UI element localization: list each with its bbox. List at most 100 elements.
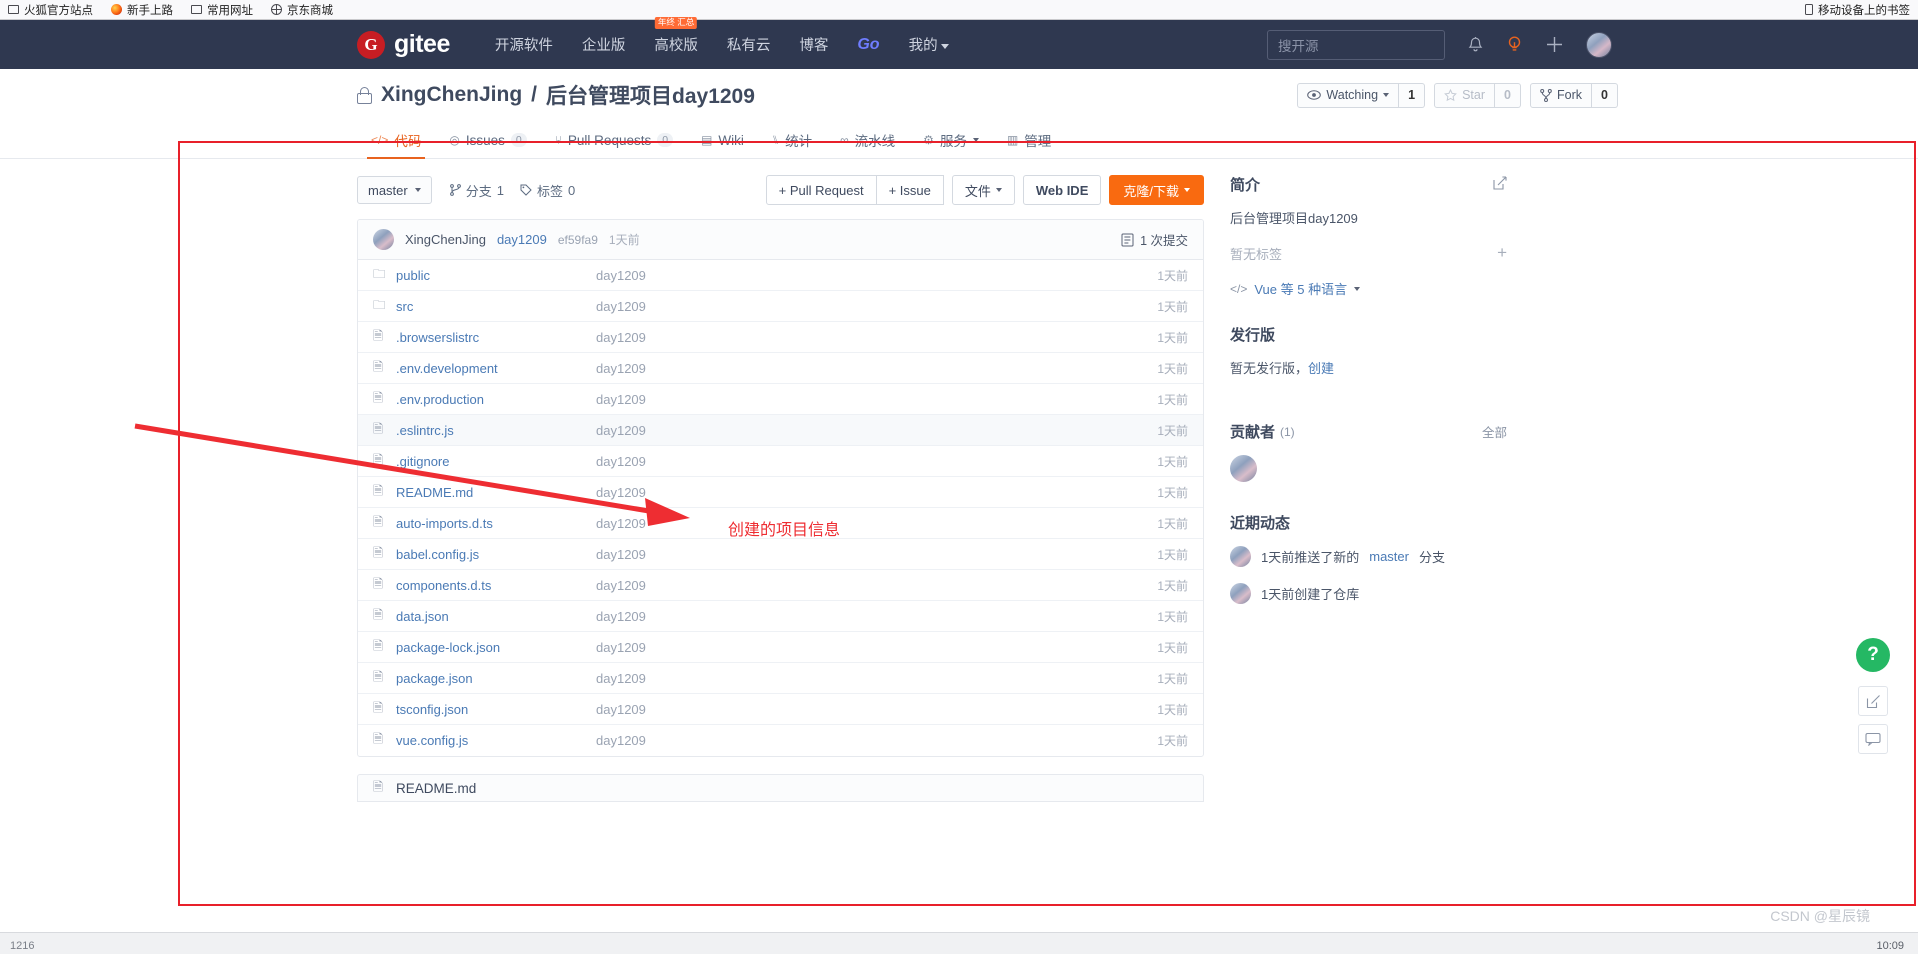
nav-link-mine[interactable]: 我的	[909, 34, 949, 55]
activity-branch[interactable]: master	[1369, 549, 1409, 564]
sidebar-activity-section: 近期动态 1天前推送了新的 master 分支 1天前创建了仓库	[1230, 512, 1507, 604]
edit-icon[interactable]	[1493, 176, 1507, 193]
tab-manage[interactable]: ▥ 管理	[993, 122, 1065, 158]
plus-icon[interactable]	[1545, 35, 1564, 54]
file-name[interactable]: vue.config.js	[396, 733, 596, 748]
tab-pull-requests[interactable]: ⑂ Pull Requests 0	[541, 122, 687, 158]
feedback-icon[interactable]	[1858, 724, 1888, 754]
tags-link[interactable]: 标签 0	[520, 181, 575, 200]
web-ide-button[interactable]: Web IDE	[1022, 175, 1102, 205]
activity-text: 1天前创建了仓库	[1261, 587, 1360, 602]
file-name[interactable]: .gitignore	[396, 454, 596, 469]
table-row[interactable]: 🗎 components.d.ts day1209 1天前	[358, 570, 1203, 601]
contributors-all-link[interactable]: 全部	[1482, 422, 1507, 441]
nav-link-privatecloud[interactable]: 私有云	[727, 34, 771, 55]
file-name[interactable]: auto-imports.d.ts	[396, 516, 596, 531]
tab-service[interactable]: ⚙ 服务	[909, 122, 993, 158]
repo-owner[interactable]: XingChenJing	[381, 83, 522, 107]
new-issue-button[interactable]: + Issue	[875, 175, 944, 205]
avatar[interactable]	[373, 229, 394, 250]
gitee-logo[interactable]: G gitee	[357, 30, 450, 59]
file-name[interactable]: package.json	[396, 671, 596, 686]
table-row[interactable]: 🗀 public day1209 1天前	[358, 260, 1203, 291]
release-create-link[interactable]: 创建	[1308, 361, 1334, 376]
fork-button[interactable]: Fork	[1530, 82, 1592, 108]
commit-author[interactable]: XingChenJing	[405, 232, 486, 247]
repo-sidebar: 简介 后台管理项目day1209 暂无标签 + </> Vue 等 5 种语言 …	[1230, 174, 1507, 802]
tab-pipeline[interactable]: ∞ 流水线	[826, 122, 909, 158]
nav-link-blog[interactable]: 博客	[799, 34, 828, 55]
file-name[interactable]: .env.production	[396, 392, 596, 407]
nav-link-label: 我的	[908, 38, 938, 54]
branches-link[interactable]: 分支 1	[449, 181, 504, 200]
table-row[interactable]: 🗀 src day1209 1天前	[358, 291, 1203, 322]
repo-toolbar: master 分支 1 标签 0 + Pull Request + Issue	[357, 174, 1204, 206]
table-row[interactable]: 🗎 .gitignore day1209 1天前	[358, 446, 1203, 477]
tab-code[interactable]: </> 代码	[357, 122, 435, 159]
file-name[interactable]: .env.development	[396, 361, 596, 376]
avatar[interactable]	[1586, 31, 1618, 58]
branch-selector[interactable]: master	[357, 176, 432, 204]
tab-issues[interactable]: ◎ Issues 0	[435, 122, 540, 158]
bookmark-item[interactable]: 火狐官方站点	[8, 2, 93, 18]
toolbar-actions: + Pull Request + Issue 文件 Web IDE 克隆/下载	[765, 175, 1204, 205]
pr-icon: ⑂	[554, 133, 562, 147]
commit-count[interactable]: 1 次提交	[1121, 230, 1188, 249]
table-row[interactable]: 🗎 vue.config.js day1209 1天前	[358, 725, 1203, 756]
table-row[interactable]: 🗎 README.md day1209 1天前	[358, 477, 1203, 508]
table-row[interactable]: 🗎 tsconfig.json day1209 1天前	[358, 694, 1203, 725]
file-name[interactable]: package-lock.json	[396, 640, 596, 655]
language-row[interactable]: </> Vue 等 5 种语言	[1230, 279, 1507, 298]
files-button[interactable]: 文件	[951, 175, 1015, 205]
table-row[interactable]: 🗎 package.json day1209 1天前	[358, 663, 1203, 694]
file-name[interactable]: data.json	[396, 609, 596, 624]
file-name[interactable]: public	[396, 268, 596, 283]
lightbulb-icon[interactable]	[1506, 35, 1523, 54]
table-row[interactable]: 🗎 package-lock.json day1209 1天前	[358, 632, 1203, 663]
clone-download-button[interactable]: 克隆/下载	[1109, 175, 1204, 205]
clone-label: 克隆/下载	[1123, 183, 1179, 199]
nav-link-education[interactable]: 年终 汇总 高校版	[654, 17, 698, 55]
watch-button-group[interactable]: Watching 1	[1297, 82, 1426, 108]
commit-message[interactable]: day1209	[497, 232, 547, 247]
commit-sha[interactable]: ef59fa9	[558, 233, 598, 247]
edit-icon[interactable]	[1858, 686, 1888, 716]
search-input[interactable]: 搜开源	[1267, 29, 1445, 60]
table-row[interactable]: 🗎 .browserslistrc day1209 1天前	[358, 322, 1203, 353]
readme-header[interactable]: 🗎 README.md	[357, 774, 1204, 802]
plus-icon[interactable]: +	[1497, 243, 1507, 263]
watch-button[interactable]: Watching	[1297, 82, 1400, 108]
avatar[interactable]	[1230, 546, 1251, 567]
file-name[interactable]: .eslintrc.js	[396, 423, 596, 438]
nav-link-go[interactable]: Go	[857, 36, 879, 54]
table-row[interactable]: 🗎 data.json day1209 1天前	[358, 601, 1203, 632]
bookmark-mobile[interactable]: 移动设备上的书签	[1805, 2, 1910, 18]
file-name[interactable]: README.md	[396, 485, 596, 500]
file-time: 1天前	[1157, 516, 1188, 531]
tab-wiki[interactable]: ▤ Wiki	[687, 122, 758, 158]
star-button-group[interactable]: Star 0	[1434, 82, 1521, 108]
avatar[interactable]	[1230, 583, 1251, 604]
tab-statistics[interactable]: ⑊ 统计	[758, 122, 826, 158]
table-row[interactable]: 🗎 .env.production day1209 1天前	[358, 384, 1203, 415]
help-float-button[interactable]: ?	[1856, 638, 1890, 672]
file-name[interactable]: .browserslistrc	[396, 330, 596, 345]
bookmark-item[interactable]: 京东商城	[270, 2, 333, 18]
bell-icon[interactable]	[1467, 36, 1484, 54]
bookmark-item[interactable]: 常用网址	[191, 2, 253, 18]
repo-name[interactable]: 后台管理项目day1209	[546, 80, 755, 110]
fork-button-group[interactable]: Fork 0	[1530, 82, 1618, 108]
new-pull-request-button[interactable]: + Pull Request	[765, 175, 877, 205]
bookmark-item[interactable]: 新手上路	[111, 2, 173, 18]
table-row[interactable]: 🗎 .eslintrc.js day1209 1天前	[358, 415, 1203, 446]
table-row[interactable]: 🗎 .env.development day1209 1天前	[358, 353, 1203, 384]
star-button[interactable]: Star	[1434, 82, 1495, 108]
file-name[interactable]: tsconfig.json	[396, 702, 596, 717]
table-row[interactable]: 🗎 babel.config.js day1209 1天前	[358, 539, 1203, 570]
nav-link-enterprise[interactable]: 企业版	[582, 34, 626, 55]
nav-link-opensource[interactable]: 开源软件	[495, 34, 553, 55]
file-name[interactable]: src	[396, 299, 596, 314]
avatar[interactable]	[1230, 455, 1257, 482]
file-name[interactable]: babel.config.js	[396, 547, 596, 562]
file-name[interactable]: components.d.ts	[396, 578, 596, 593]
